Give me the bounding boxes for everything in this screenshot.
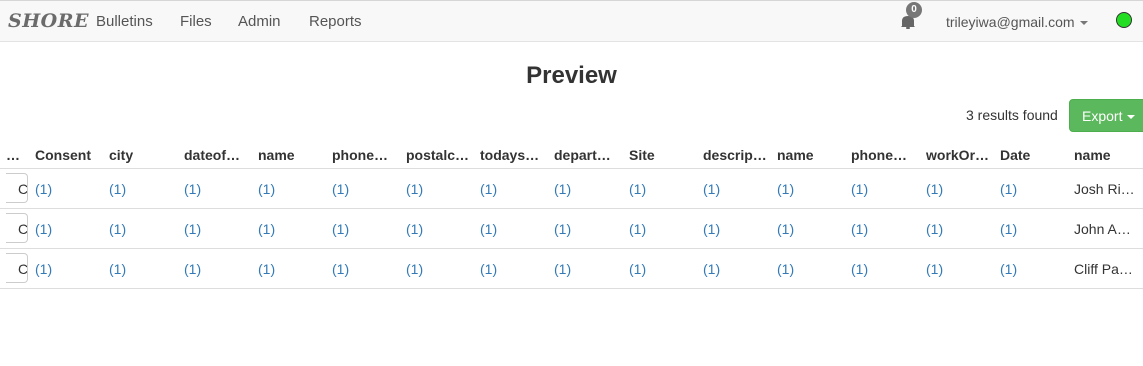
results-count: 3 results found (966, 107, 1058, 123)
column-header[interactable]: name (777, 147, 845, 163)
cell-link[interactable]: (1) (851, 221, 868, 237)
page-title: Preview (526, 62, 617, 89)
cell-link[interactable]: (1) (554, 181, 571, 197)
cell-link[interactable]: (1) (703, 261, 720, 277)
column-header[interactable]: phone… (851, 147, 919, 163)
top-navbar: SHORE Bulletins Files Admin Reports 0 tr… (0, 0, 1143, 42)
brand-logo[interactable]: SHORE (8, 10, 89, 32)
table-header: … Consent city dateof… name phone… posta… (0, 144, 1143, 168)
cell-link[interactable]: (1) (1000, 181, 1017, 197)
column-header[interactable]: name (258, 147, 326, 163)
cell-link[interactable]: (1) (480, 221, 497, 237)
table-row: C (1) (1) (1) (1) (1) (1) (1) (1) (1) (1… (0, 248, 1143, 289)
column-header[interactable]: Consent (35, 147, 103, 163)
connection-status-indicator (1116, 12, 1132, 28)
cell-link[interactable]: (1) (851, 261, 868, 277)
column-header[interactable]: workOr… (926, 147, 994, 163)
cell-link[interactable]: (1) (184, 221, 201, 237)
column-header[interactable]: Date (1000, 147, 1068, 163)
cell-link[interactable]: (1) (554, 221, 571, 237)
row-select-control[interactable]: C (6, 173, 28, 203)
nav-bulletins[interactable]: Bulletins (96, 13, 153, 30)
cell-link[interactable]: (1) (184, 181, 201, 197)
cell-link[interactable]: (1) (629, 221, 646, 237)
user-email: trileyiwa@gmail.com (946, 14, 1075, 30)
cell-link[interactable]: (1) (258, 261, 275, 277)
cell-link[interactable]: (1) (703, 181, 720, 197)
cell-link[interactable]: (1) (406, 181, 423, 197)
column-header[interactable]: … (6, 147, 24, 163)
cell-link[interactable]: (1) (1000, 221, 1017, 237)
cell-link[interactable]: (1) (258, 221, 275, 237)
row-select-control[interactable]: C (6, 213, 28, 243)
column-header[interactable]: name (1074, 147, 1142, 163)
column-header[interactable]: Site (629, 147, 697, 163)
cell-link[interactable]: (1) (35, 221, 52, 237)
column-header[interactable]: descrip… (703, 147, 771, 163)
cell-link[interactable]: (1) (109, 261, 126, 277)
export-label: Export (1082, 108, 1123, 124)
cell-link[interactable]: (1) (777, 181, 794, 197)
cell-link[interactable]: (1) (851, 181, 868, 197)
cell-link[interactable]: (1) (777, 221, 794, 237)
cell-link[interactable]: (1) (406, 261, 423, 277)
cell-link[interactable]: (1) (332, 261, 349, 277)
cell-link[interactable]: (1) (109, 221, 126, 237)
column-header[interactable]: city (109, 147, 177, 163)
chevron-down-icon (1079, 21, 1088, 26)
cell-name: John A… (1074, 221, 1131, 237)
column-header[interactable]: dateof… (184, 147, 252, 163)
cell-link[interactable]: (1) (926, 181, 943, 197)
cell-link[interactable]: (1) (35, 181, 52, 197)
cell-name: Cliff Pa… (1074, 261, 1133, 277)
cell-link[interactable]: (1) (554, 261, 571, 277)
column-header[interactable]: depart… (554, 147, 622, 163)
cell-link[interactable]: (1) (109, 181, 126, 197)
user-menu-dropdown[interactable]: trileyiwa@gmail.com (946, 14, 1088, 30)
chevron-down-icon (1127, 115, 1136, 120)
row-select-control[interactable]: C (6, 253, 28, 283)
column-header[interactable]: todays… (480, 147, 548, 163)
column-header[interactable]: postalc… (406, 147, 474, 163)
cell-link[interactable]: (1) (629, 181, 646, 197)
cell-link[interactable]: (1) (406, 221, 423, 237)
export-dropdown-button[interactable]: Export (1069, 99, 1143, 132)
notification-count-badge: 0 (906, 2, 922, 18)
cell-link[interactable]: (1) (926, 221, 943, 237)
cell-link[interactable]: (1) (629, 261, 646, 277)
cell-link[interactable]: (1) (258, 181, 275, 197)
cell-link[interactable]: (1) (926, 261, 943, 277)
nav-admin[interactable]: Admin (238, 13, 281, 30)
cell-link[interactable]: (1) (332, 221, 349, 237)
cell-link[interactable]: (1) (1000, 261, 1017, 277)
cell-link[interactable]: (1) (35, 261, 52, 277)
table-row: C (1) (1) (1) (1) (1) (1) (1) (1) (1) (1… (0, 208, 1143, 248)
nav-files[interactable]: Files (180, 13, 212, 30)
cell-link[interactable]: (1) (332, 181, 349, 197)
column-header[interactable]: phone… (332, 147, 400, 163)
nav-reports[interactable]: Reports (309, 13, 362, 30)
cell-link[interactable]: (1) (777, 261, 794, 277)
cell-link[interactable]: (1) (480, 261, 497, 277)
cell-link[interactable]: (1) (184, 261, 201, 277)
cell-link[interactable]: (1) (480, 181, 497, 197)
cell-link[interactable]: (1) (703, 221, 720, 237)
table-row: C (1) (1) (1) (1) (1) (1) (1) (1) (1) (1… (0, 168, 1143, 208)
cell-name: Josh Ri… (1074, 181, 1135, 197)
